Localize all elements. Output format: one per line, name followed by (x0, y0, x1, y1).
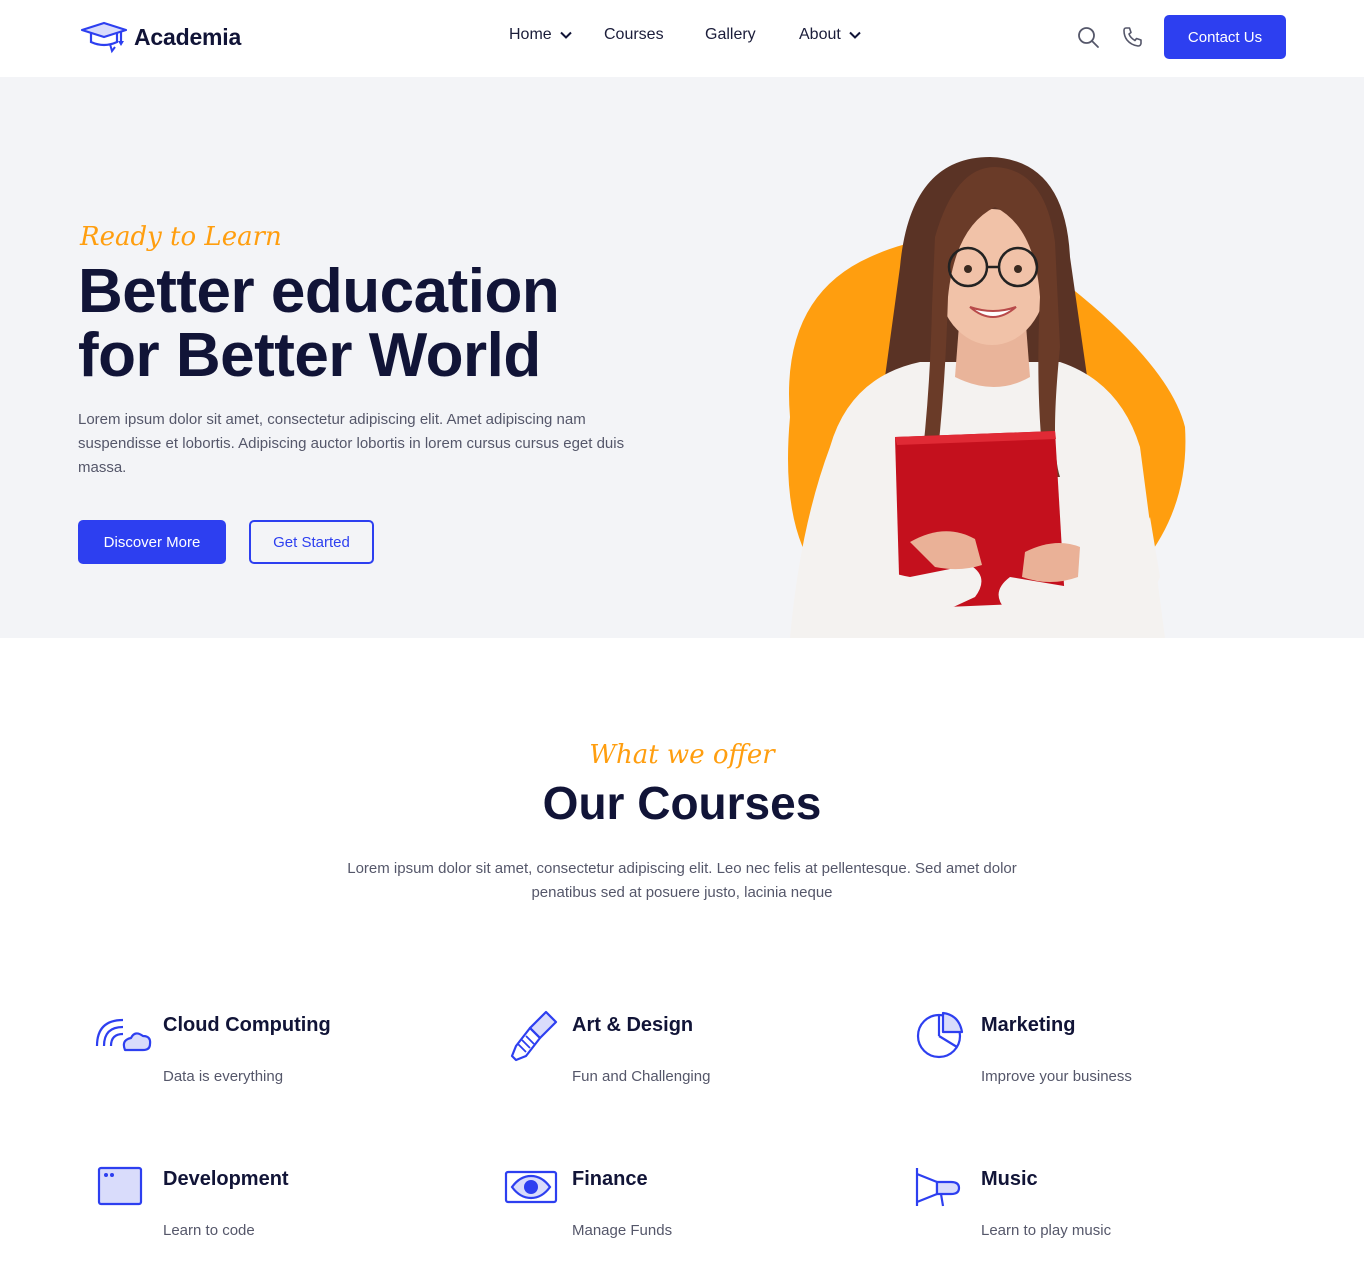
hero-title-line-1: Better education (78, 257, 560, 326)
hero-title: Better education for Better World (78, 260, 698, 388)
course-card-music[interactable]: Music Learn to play music (901, 1164, 1281, 1264)
course-subtitle: Data is everything (163, 1068, 284, 1085)
courses-title: Our Courses (542, 777, 822, 829)
contact-us-button[interactable]: Contact Us (1164, 15, 1286, 59)
courses-tagline: What we offer (589, 740, 775, 770)
course-title: Development (163, 1168, 289, 1190)
graduation-cap-icon (80, 21, 128, 54)
get-started-button[interactable]: Get Started (249, 520, 374, 564)
chevron-down-icon (849, 31, 861, 39)
nav-gallery[interactable]: Gallery (705, 26, 756, 44)
pie-chart-icon (916, 1011, 964, 1059)
course-card-art-design[interactable]: Art & Design Fun and Challenging (492, 1010, 872, 1110)
megaphone-icon (915, 1168, 961, 1207)
hero-title-line-2: for Better World (78, 321, 541, 390)
hero-section: Ready to Learn Better education for Bett… (0, 77, 1364, 638)
course-card-development[interactable]: Development Learn to code (83, 1164, 463, 1264)
course-title: Art & Design (572, 1014, 694, 1036)
course-title: Music (981, 1168, 1038, 1190)
hero-student-image (788, 157, 1186, 638)
course-title: Finance (572, 1168, 648, 1190)
nav-home-label: Home (509, 26, 552, 43)
logo-text: Academia (134, 23, 242, 50)
cloud-signal-icon (95, 1018, 152, 1052)
nav-about-label: About (799, 26, 841, 43)
nav-about[interactable]: About (799, 26, 861, 44)
course-card-cloud-computing[interactable]: Cloud Computing Data is everything (83, 1010, 463, 1110)
hero-description: Lorem ipsum dolor sit amet, consectetur … (78, 411, 625, 476)
nav-courses-label: Courses (604, 26, 664, 43)
phone-icon[interactable] (1121, 25, 1145, 49)
paint-brush-icon (510, 1010, 558, 1062)
discover-more-button[interactable]: Discover More (78, 520, 226, 564)
courses-description: Lorem ipsum dolor sit amet, consectetur … (347, 860, 1017, 901)
course-subtitle: Learn to code (163, 1222, 255, 1239)
course-card-finance[interactable]: Finance Manage Funds (492, 1164, 872, 1264)
course-subtitle: Fun and Challenging (572, 1068, 711, 1085)
course-card-marketing[interactable]: Marketing Improve your business (901, 1010, 1281, 1110)
logo[interactable]: Academia (80, 20, 241, 54)
chevron-down-icon (559, 31, 572, 39)
browser-window-icon (97, 1166, 143, 1206)
course-subtitle: Improve your business (981, 1068, 1132, 1085)
course-subtitle: Manage Funds (572, 1222, 673, 1239)
hero-tagline: Ready to Learn (80, 222, 282, 252)
nav-home[interactable]: Home (509, 26, 572, 44)
course-subtitle: Learn to play music (981, 1222, 1112, 1239)
course-title: Cloud Computing (163, 1014, 331, 1036)
nav-courses[interactable]: Courses (604, 26, 664, 44)
search-icon[interactable] (1076, 25, 1100, 49)
nav-gallery-label: Gallery (705, 26, 756, 43)
banknote-icon (504, 1170, 558, 1204)
site-header: Academia Home Courses Gallery About Cont… (0, 0, 1364, 77)
course-title: Marketing (981, 1014, 1076, 1036)
